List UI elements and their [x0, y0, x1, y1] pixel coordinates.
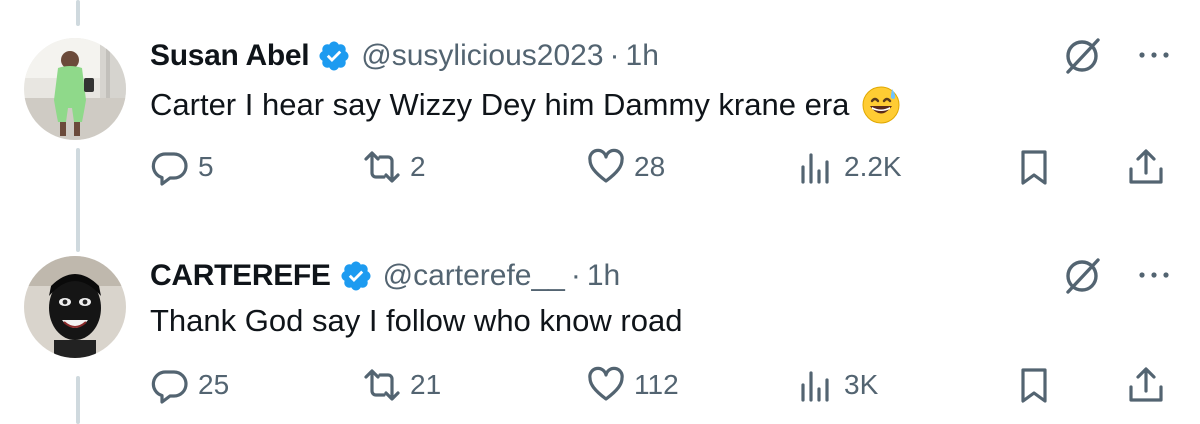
grok-icon[interactable] [1060, 34, 1104, 78]
verified-badge-icon [319, 41, 349, 71]
share-button[interactable] [1126, 144, 1166, 190]
more-icon[interactable] [1134, 260, 1174, 290]
tweet-text-content: Carter I hear say Wizzy Dey him Dammy kr… [150, 87, 850, 122]
action-bar: 25 21 112 3K [150, 362, 1176, 408]
user-handle[interactable]: @susylicious2023 [361, 39, 603, 73]
like-button[interactable]: 28 [586, 144, 665, 190]
avatar[interactable] [24, 38, 126, 140]
tweet-header: Susan Abel @susylicious2023 · 1h [150, 34, 659, 78]
views-icon [801, 371, 829, 402]
repost-button[interactable]: 21 [362, 362, 441, 408]
share-button[interactable] [1126, 362, 1166, 408]
view-count: 2.2K [844, 151, 902, 182]
display-name[interactable]: Susan Abel [150, 39, 310, 73]
like-button[interactable]: 112 [586, 362, 679, 408]
avatar[interactable] [24, 256, 126, 358]
reply-button[interactable]: 5 [150, 144, 214, 190]
tweet-1[interactable]: Susan Abel @susylicious2023 · 1h Carter … [0, 34, 1200, 204]
timestamp[interactable]: 1h [587, 259, 620, 293]
thread-line-top [76, 0, 80, 26]
reply-icon [151, 370, 188, 404]
action-bar: 5 2 28 2.2K [150, 144, 1176, 190]
grinning-face-with-sweat-icon [862, 86, 900, 124]
tweet-2[interactable]: CARTEREFE @carterefe__ · 1h Thank God sa… [0, 254, 1200, 424]
reply-count: 25 [198, 369, 230, 400]
like-count: 112 [634, 369, 679, 400]
tweet-text: Thank God say I follow who know road [150, 298, 682, 344]
bookmark-icon [1021, 150, 1047, 185]
grok-icon[interactable] [1060, 254, 1104, 298]
views-icon [801, 153, 829, 184]
like-icon [588, 366, 624, 401]
views-button[interactable]: 3K [796, 362, 878, 408]
reply-button[interactable]: 25 [150, 362, 229, 408]
repost-count: 21 [410, 369, 442, 400]
more-icon[interactable] [1134, 40, 1174, 70]
display-name[interactable]: CARTEREFE [150, 259, 331, 293]
user-handle[interactable]: @carterefe__ [383, 259, 565, 293]
like-count: 28 [634, 151, 666, 182]
timestamp[interactable]: 1h [626, 39, 659, 73]
like-icon [588, 148, 624, 183]
repost-icon [364, 369, 400, 401]
bookmark-icon [1021, 368, 1047, 403]
repost-count: 2 [410, 151, 426, 182]
views-button[interactable]: 2.2K [796, 144, 902, 190]
verified-badge-icon [341, 261, 371, 291]
reply-icon [151, 152, 188, 186]
reply-count: 5 [198, 151, 214, 182]
tweet-text-content: Thank God say I follow who know road [150, 303, 683, 338]
bookmark-button[interactable] [1014, 144, 1054, 190]
bookmark-button[interactable] [1014, 362, 1054, 408]
view-count: 3K [844, 369, 879, 400]
share-icon [1129, 367, 1163, 402]
repost-button[interactable]: 2 [362, 144, 426, 190]
separator-dot: · [609, 39, 620, 72]
tweet-header: CARTEREFE @carterefe__ · 1h [150, 254, 620, 298]
separator-dot: · [570, 259, 581, 292]
share-icon [1129, 149, 1163, 184]
tweet-text: Carter I hear say Wizzy Dey him Dammy kr… [150, 82, 901, 128]
repost-icon [364, 151, 400, 183]
